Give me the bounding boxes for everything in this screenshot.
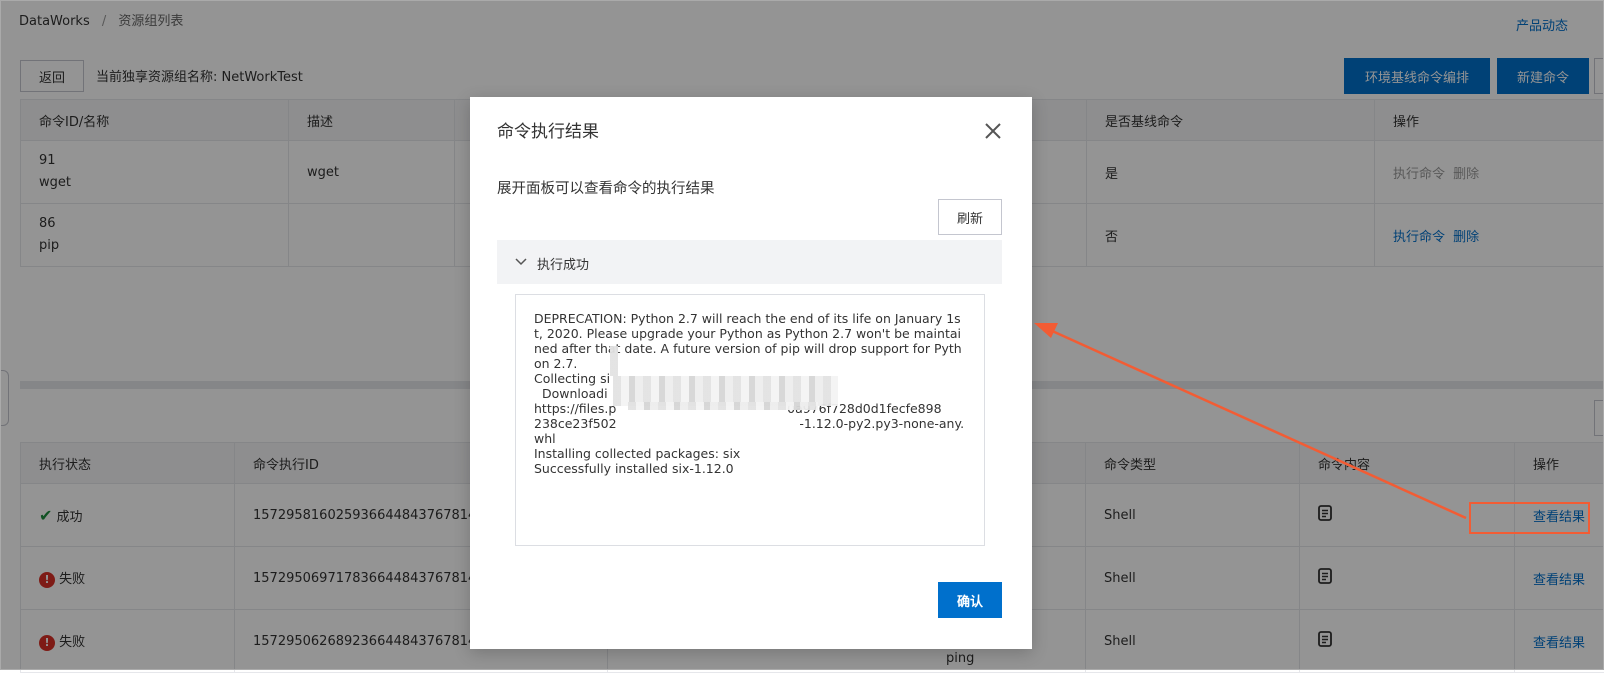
redaction-mask bbox=[610, 346, 618, 376]
dialog-hint: 展开面板可以查看命令的执行结果 bbox=[497, 177, 715, 198]
annotation-highlight-box bbox=[1469, 502, 1590, 534]
panel-title: 执行成功 bbox=[537, 254, 589, 273]
collapse-panel-header[interactable]: 执行成功 bbox=[497, 240, 1002, 284]
chevron-down-icon bbox=[515, 258, 527, 266]
result-dialog: 命令执行结果 展开面板可以查看命令的执行结果 刷新 执行成功 DEPRECATI… bbox=[470, 97, 1032, 649]
refresh-button[interactable]: 刷新 bbox=[938, 199, 1002, 235]
confirm-button[interactable]: 确认 bbox=[938, 582, 1002, 618]
close-icon[interactable] bbox=[984, 122, 1002, 140]
page: DataWorks / 资源组列表 产品动态 返回 当前独享资源组名称: Net… bbox=[0, 0, 1604, 670]
execution-log: DEPRECATION: Python 2.7 will reach the e… bbox=[515, 294, 985, 546]
dialog-title: 命令执行结果 bbox=[497, 117, 599, 142]
redaction-mask bbox=[628, 402, 818, 410]
